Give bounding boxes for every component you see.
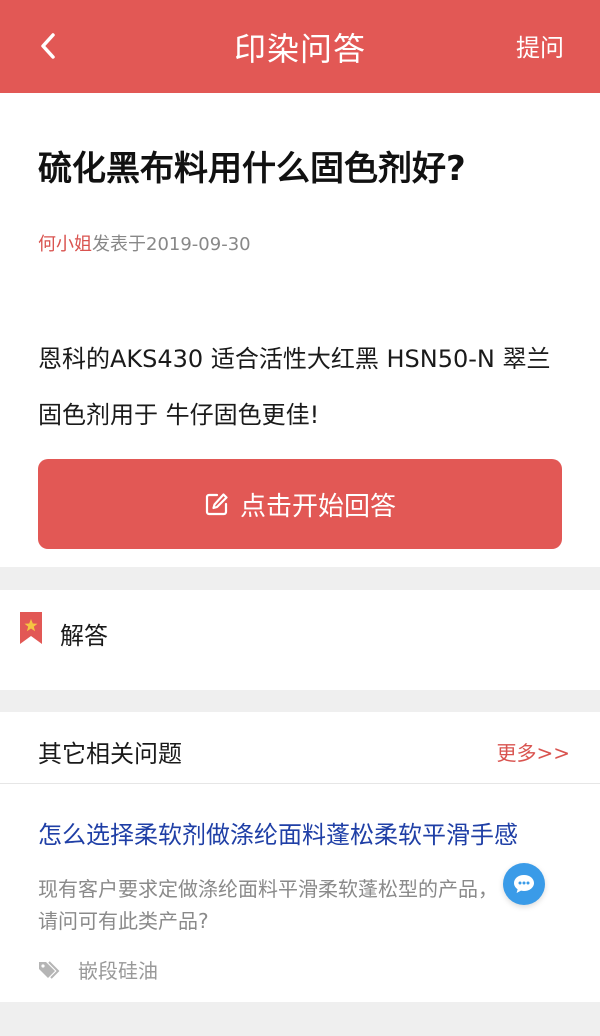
top-nav-bar: 印染问答 提问 bbox=[0, 0, 600, 93]
related-item-title[interactable]: 怎么选择柔软剂做涤纶面料蓬松柔软平滑手感 bbox=[38, 815, 568, 850]
answers-heading: 解答 bbox=[60, 622, 108, 650]
question-card: 硫化黑布料用什么固色剂好? 何小姐发表于2019-09-30 恩科的AKS430… bbox=[0, 93, 600, 567]
back-button[interactable] bbox=[28, 26, 68, 66]
question-meta: 何小姐发表于2019-09-30 bbox=[38, 230, 251, 256]
bookmark-icon bbox=[20, 612, 42, 644]
bottom-spacer bbox=[0, 1002, 600, 1036]
chevron-left-icon bbox=[41, 33, 55, 59]
more-link[interactable]: 更多>> bbox=[496, 737, 570, 766]
posted-date: 发表于2019-09-30 bbox=[92, 234, 251, 255]
start-answer-button[interactable]: 点击开始回答 bbox=[38, 459, 562, 549]
question-body: 恩科的AKS430 适合活性大红黑 HSN50-N 翠兰固色剂用于 牛仔固色更佳… bbox=[38, 345, 551, 429]
related-item-desc: 现有客户要求定做涤纶面料平滑柔软蓬松型的产品，请问可有此类产品? bbox=[38, 877, 498, 933]
related-title: 其它相关问题 bbox=[38, 740, 182, 768]
answers-section: 解答 bbox=[0, 590, 600, 690]
chat-bubble-icon bbox=[514, 875, 534, 893]
chat-button[interactable] bbox=[503, 863, 545, 905]
question-title: 硫化黑布料用什么固色剂好? bbox=[38, 149, 466, 189]
edit-icon bbox=[205, 493, 228, 516]
author-name[interactable]: 何小姐 bbox=[38, 234, 92, 255]
start-answer-label: 点击开始回答 bbox=[239, 491, 396, 522]
tag-label[interactable]: 嵌段硅油 bbox=[78, 955, 158, 984]
related-questions-section: 其它相关问题 更多>> 怎么选择柔软剂做涤纶面料蓬松柔软平滑手感 现有客户要求定… bbox=[0, 712, 600, 1002]
ask-question-button[interactable]: 提问 bbox=[516, 28, 564, 63]
tag-row: 嵌段硅油 bbox=[38, 955, 158, 984]
related-header: 其它相关问题 更多>> bbox=[0, 712, 600, 784]
page-title: 印染问答 bbox=[233, 29, 366, 68]
tag-icon bbox=[39, 960, 60, 979]
